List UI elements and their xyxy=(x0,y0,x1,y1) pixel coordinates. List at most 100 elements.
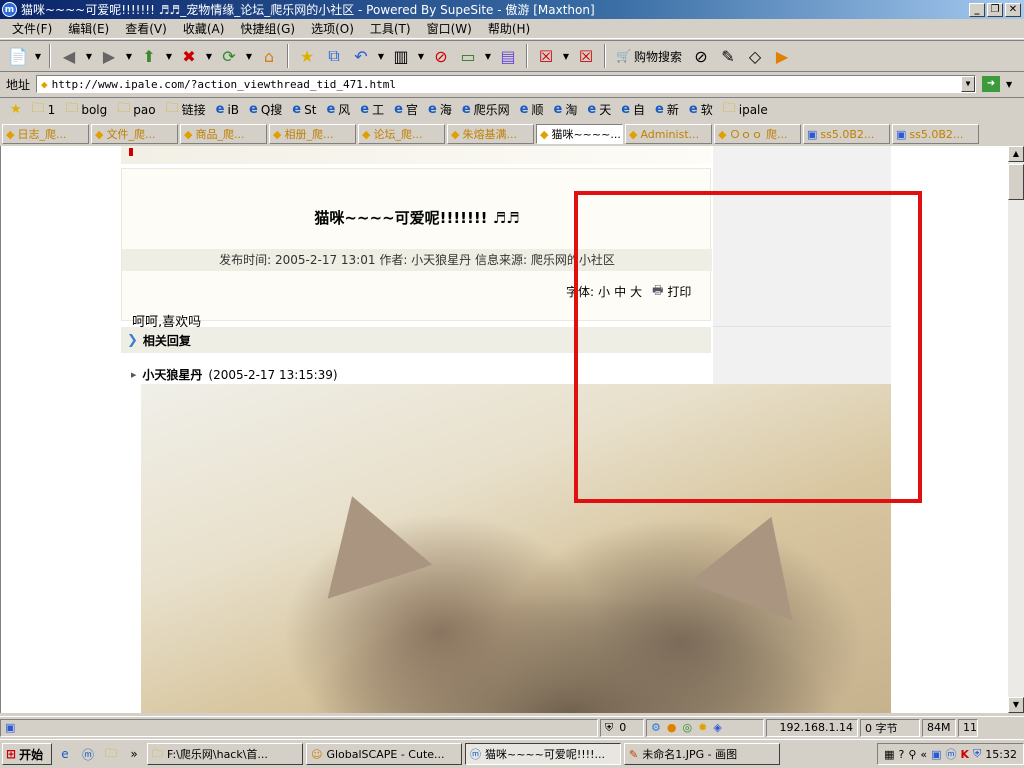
menu-view[interactable]: 查看(V) xyxy=(117,20,175,37)
play-icon[interactable]: ▶ xyxy=(770,44,794,68)
open-window-icon[interactable]: ⧉ xyxy=(322,44,346,68)
screen-capture-icon[interactable]: ▭ xyxy=(456,44,480,68)
maxthon-quicklaunch-icon[interactable]: ⓜ xyxy=(78,746,98,763)
tab[interactable]: ◆ 相册_爬... xyxy=(269,124,356,144)
status-icon-1[interactable]: ⚙ xyxy=(651,721,661,734)
tab[interactable]: ▣ ss5.0B2... xyxy=(803,124,890,144)
fav-item[interactable]: e Q搜 xyxy=(249,101,282,118)
tab[interactable]: ▣ ss5.0B2... xyxy=(892,124,979,144)
menu-file[interactable]: 文件(F) xyxy=(4,20,60,37)
tool-icon[interactable]: ✎ xyxy=(716,44,740,68)
taskbar-item[interactable]: ✎ 未命名1.JPG - 画图 xyxy=(624,743,780,765)
minimize-button[interactable]: _ xyxy=(969,2,985,17)
help-icon[interactable]: ? xyxy=(898,748,904,761)
maxthon-tray-icon[interactable]: ⓜ xyxy=(946,746,957,762)
fav-item[interactable]: 🗀 bolg xyxy=(65,99,107,121)
popup-counter[interactable]: ⛨ 0 xyxy=(600,718,644,737)
compass-icon[interactable]: ⊘ xyxy=(689,44,713,68)
tray-expand-icon[interactable]: « xyxy=(920,748,927,761)
go-icon[interactable]: ➜ xyxy=(982,76,1001,92)
block-popup-icon[interactable]: ⊘ xyxy=(429,44,453,68)
fav-item[interactable]: e工 xyxy=(360,101,384,118)
status-icon-3[interactable]: ◎ xyxy=(682,721,692,734)
fav-item[interactable]: e天 xyxy=(587,101,611,118)
scroll-up-button[interactable]: ▲ xyxy=(1008,146,1024,162)
menu-options[interactable]: 选项(O) xyxy=(303,20,362,37)
taskbar-item-active[interactable]: ⓜ 猫咪~~~~可爱呢!!!!... xyxy=(465,743,621,765)
fav-item[interactable]: 🗀 pao xyxy=(117,99,155,121)
status-icon-2[interactable]: ● xyxy=(667,721,677,734)
go-dropdown-icon[interactable]: ▼ xyxy=(1006,80,1012,89)
home-icon[interactable]: ⌂ xyxy=(257,44,281,68)
network-icon[interactable]: ▣ xyxy=(931,748,941,761)
tab[interactable]: ◆ 论坛_爬... xyxy=(358,124,445,144)
taskbar-item[interactable]: ☺ GlobalSCAPE - Cute... xyxy=(306,743,462,765)
forward-icon[interactable]: ▶ xyxy=(97,44,121,68)
up-icon[interactable]: ⬆ xyxy=(137,44,161,68)
scroll-thumb[interactable] xyxy=(1008,164,1024,200)
shield-tray-icon[interactable]: ⛨ xyxy=(973,747,981,761)
print-link[interactable]: 打印 xyxy=(667,283,691,300)
back-icon[interactable]: ◀ xyxy=(57,44,81,68)
tray-icon[interactable]: ⚲ xyxy=(908,748,916,761)
address-input[interactable]: ◆ http://www.ipale.com/?action_viewthrea… xyxy=(36,75,977,93)
undo-icon[interactable]: ↶ xyxy=(349,44,373,68)
fav-item[interactable]: e官 xyxy=(394,101,418,118)
columns-icon[interactable]: ▥ xyxy=(389,44,413,68)
vertical-scrollbar[interactable]: ▲ ▼ xyxy=(1008,146,1024,713)
page-viewport[interactable]: 猫咪~~~~可爱呢!!!!!!! ♬♬ 发布时间: 2005-2-17 13:0… xyxy=(0,146,1008,713)
font-large-link[interactable]: 大 xyxy=(630,283,642,300)
fav-item[interactable]: e软 xyxy=(689,101,713,118)
scroll-down-button[interactable]: ▼ xyxy=(1008,697,1024,713)
status-icon-5[interactable]: ◈ xyxy=(713,721,721,734)
taskbar-item[interactable]: 🗀 F:\爬乐网\hack\首... xyxy=(147,743,303,765)
clock[interactable]: 15:32 xyxy=(985,748,1017,761)
fav-item[interactable]: e St xyxy=(292,102,316,117)
refresh-icon[interactable]: ⟳ xyxy=(217,44,241,68)
tab[interactable]: ◆ Administ... xyxy=(625,124,712,144)
fav-item[interactable]: 🗀 1 xyxy=(32,99,56,121)
printer-icon[interactable]: 🖶 xyxy=(652,281,663,302)
menu-help[interactable]: 帮助(H) xyxy=(480,20,538,37)
tab[interactable]: ◆ 文件_爬... xyxy=(91,124,178,144)
fav-item[interactable]: e风 xyxy=(326,101,350,118)
font-small-link[interactable]: 小 xyxy=(598,283,610,300)
close-button[interactable]: ✕ xyxy=(1005,2,1021,17)
tray-icon[interactable]: ▦ xyxy=(884,748,894,761)
tab[interactable]: ◆ 朱熔基满... xyxy=(447,124,534,144)
start-button[interactable]: ⊞ 开始 xyxy=(2,743,52,765)
favorites-star-icon[interactable]: ★ xyxy=(295,44,319,68)
fav-item[interactable]: 🗀 链接 xyxy=(166,99,206,121)
folder-quicklaunch-icon[interactable]: 🗀 xyxy=(101,744,121,765)
restore-button[interactable]: ❐ xyxy=(987,2,1003,17)
fav-item[interactable]: e新 xyxy=(655,101,679,118)
close-tab-icon[interactable]: ☒ xyxy=(534,44,558,68)
ie-quicklaunch-icon[interactable]: e xyxy=(55,747,75,761)
tab[interactable]: ◆ 日志_爬... xyxy=(2,124,89,144)
status-icon-4[interactable]: ✹ xyxy=(698,721,707,734)
tab-active[interactable]: ◆ 猫咪~~~~... xyxy=(536,124,623,144)
fav-item[interactable]: e 爬乐网 xyxy=(462,101,510,118)
address-dropdown[interactable]: ▼ xyxy=(961,76,976,92)
menu-tools[interactable]: 工具(T) xyxy=(362,20,419,37)
fav-item[interactable]: e顺 xyxy=(520,101,544,118)
maxthon-app-icon[interactable]: m xyxy=(2,2,17,17)
antivirus-icon[interactable]: K xyxy=(961,748,970,761)
window-titlebar[interactable]: m 猫咪~~~~可爱呢!!!!!!! ♬♬_宠物情缘_论坛_爬乐网的小社区 - … xyxy=(0,0,1024,19)
notes-icon[interactable]: ▤ xyxy=(496,44,520,68)
eraser-icon[interactable]: ◇ xyxy=(743,44,767,68)
font-medium-link[interactable]: 中 xyxy=(614,283,626,300)
fav-item[interactable]: e iB xyxy=(216,102,239,117)
close-all-icon[interactable]: ☒ xyxy=(574,44,598,68)
fav-item[interactable]: e海 xyxy=(428,101,452,118)
more-quicklaunch-icon[interactable]: » xyxy=(124,747,144,761)
fav-item-star[interactable]: ★ xyxy=(10,102,22,117)
fav-item[interactable]: e自 xyxy=(621,101,645,118)
menu-favorites[interactable]: 收藏(A) xyxy=(175,20,233,37)
menu-window[interactable]: 窗口(W) xyxy=(419,20,480,37)
shopping-search-button[interactable]: 🛒 购物搜索 xyxy=(612,48,686,65)
menu-edit[interactable]: 编辑(E) xyxy=(60,20,117,37)
fav-item[interactable]: e淘 xyxy=(554,101,578,118)
status-icons[interactable]: ⚙ ● ◎ ✹ ◈ xyxy=(646,718,764,737)
fav-item[interactable]: 🗀 ipale xyxy=(723,99,768,121)
